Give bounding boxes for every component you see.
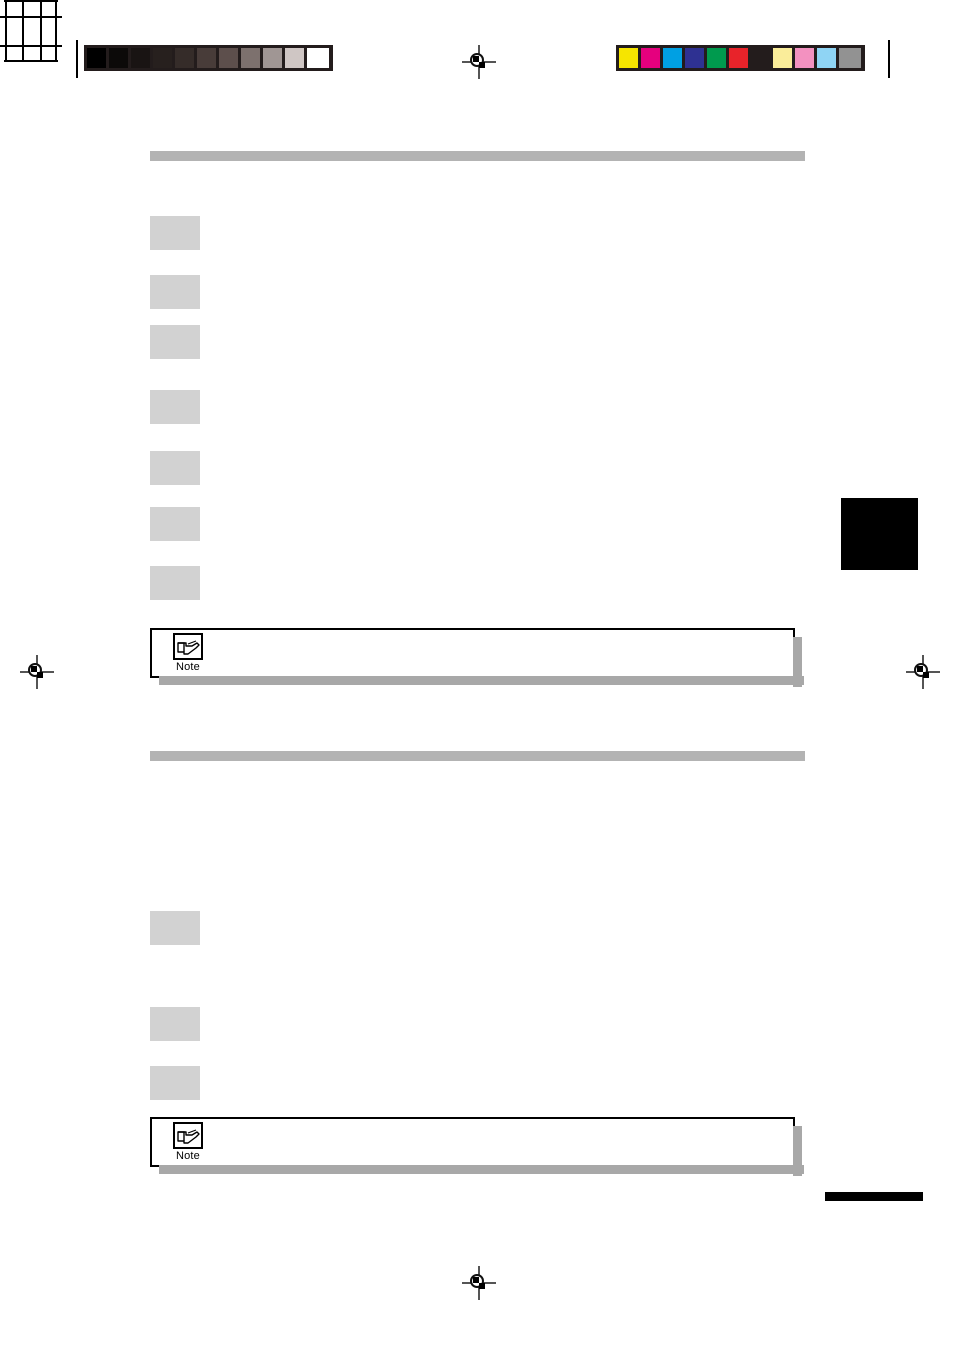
- calibration-patch: [839, 48, 861, 68]
- registration-quadrant-dot: [31, 666, 43, 678]
- step-number-box: [150, 216, 200, 250]
- note-label: Note: [175, 661, 201, 673]
- edge-tick-right-top: [888, 40, 890, 78]
- registration-target-right-middle: [906, 655, 940, 689]
- chapter-thumb-tab: [841, 498, 918, 570]
- crop-mark-bottom-right: [0, 0, 62, 62]
- step-number-box: [150, 275, 200, 309]
- note-callout-box: Note: [150, 1117, 804, 1176]
- step-number-box: [150, 451, 200, 485]
- step-number-box: [150, 1066, 200, 1100]
- step-number-box: [150, 390, 200, 424]
- registration-target-left-middle: [20, 655, 54, 689]
- note-label: Note: [175, 1150, 201, 1162]
- note-icon-group: Note: [166, 633, 210, 674]
- step-number-box: [150, 911, 200, 945]
- step-number-box: [150, 1007, 200, 1041]
- section-heading-rule-two: [150, 751, 805, 761]
- pointing-hand-icon: [173, 633, 203, 660]
- calibration-patch: [817, 48, 839, 68]
- note-box-shadow-bottom: [159, 676, 804, 685]
- calibration-patch: [109, 48, 131, 68]
- calibration-patch: [87, 48, 109, 68]
- step-number-box: [150, 566, 200, 600]
- edge-tick-left-top: [76, 40, 78, 78]
- step-number-box: [150, 325, 200, 359]
- section-heading-rule-one: [150, 151, 805, 161]
- page-content-column: Note Note: [150, 0, 808, 1351]
- step-number-box: [150, 507, 200, 541]
- pointing-hand-icon: [173, 1122, 203, 1149]
- note-icon-group: Note: [166, 1122, 210, 1163]
- note-box-shadow-bottom: [159, 1165, 804, 1174]
- scanned-page: Note Note: [0, 0, 954, 1351]
- registration-quadrant-dot: [917, 666, 929, 678]
- note-callout-box: Note: [150, 628, 804, 687]
- page-footer-bar: [825, 1192, 923, 1201]
